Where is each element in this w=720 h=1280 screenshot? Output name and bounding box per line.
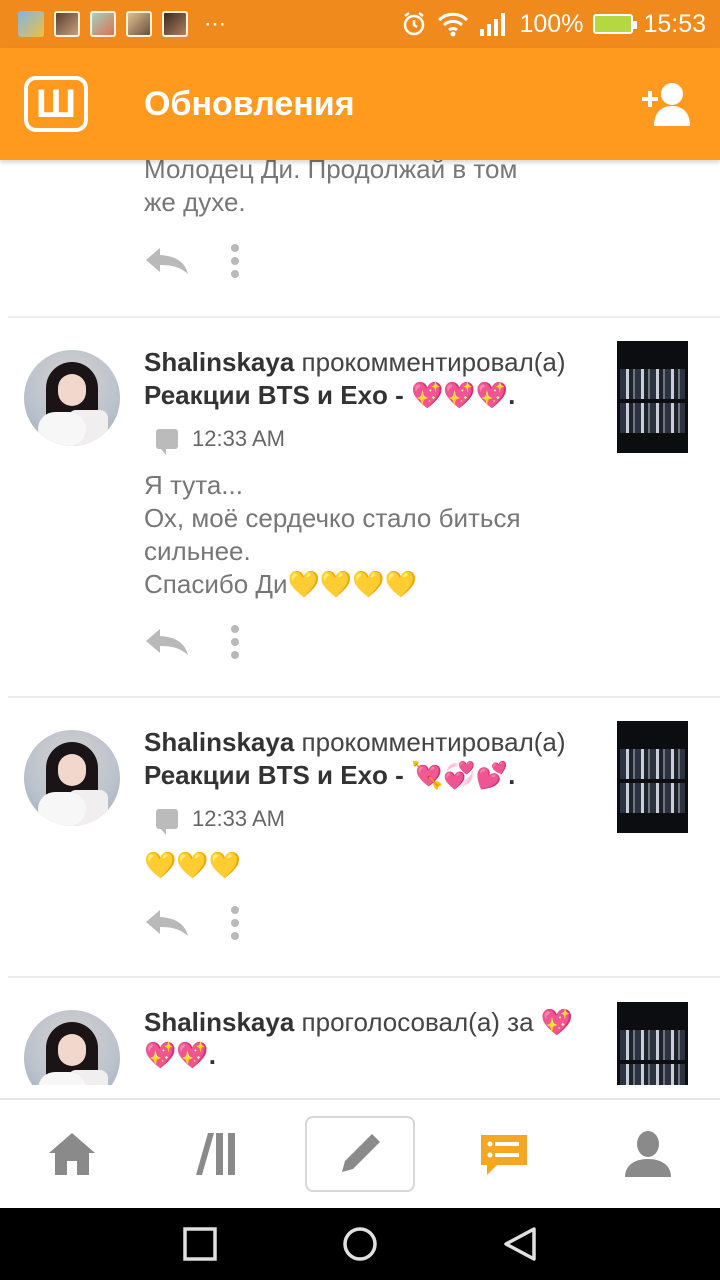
post-time: 12:33 AM (192, 426, 285, 451)
system-navigation-bar (0, 1208, 720, 1280)
status-bar: ⋯ 100% 15:53 (0, 0, 720, 48)
notification-app-icon (54, 11, 80, 37)
bottom-navigation (0, 1098, 720, 1208)
battery-icon (593, 14, 638, 34)
system-status: 100% 15:53 (401, 0, 706, 48)
post-headline: Shalinskaya прокомментировал(а) Реакции … (144, 726, 604, 792)
post-headline: Shalinskaya проголосовал(а) за 💖 💖💖. (144, 1006, 604, 1072)
notification-app-icon (90, 11, 116, 37)
username-link[interactable]: Shalinskaya (144, 727, 294, 757)
comment-icon (156, 808, 178, 835)
comment-text: Я тута... Ох, моё сердечко стало биться … (144, 469, 604, 601)
post-actions (144, 244, 240, 278)
username-link[interactable]: Shalinskaya (144, 1007, 294, 1037)
library-icon (196, 1133, 235, 1175)
comment-line: же духе. (144, 187, 246, 217)
story-link[interactable]: 💖💖. (144, 1039, 604, 1072)
comment-line: 💛💛💛 (144, 850, 242, 880)
comment-line: Ох, моё сердечко стало биться (144, 503, 521, 533)
home-icon (49, 1133, 95, 1175)
reply-icon[interactable] (144, 908, 190, 938)
nav-home[interactable] (17, 1116, 127, 1192)
post-divider (8, 696, 720, 698)
post-headline: Shalinskaya прокомментировал(а) Реакции … (144, 346, 604, 412)
wifi-icon (438, 12, 469, 37)
profile-icon (625, 1131, 671, 1177)
page-title: Обновления (144, 84, 355, 123)
action-verb: прокомментировал(а) (301, 727, 566, 757)
avatar[interactable] (24, 1010, 120, 1085)
partial-comment-text: Молодец Ди. Продолжай в том же духе. (144, 160, 604, 219)
action-verb: проголосовал(а) за 💖 (301, 1007, 574, 1037)
updates-feed[interactable]: Молодец Ди. Продолжай в том же духе. Sha… (0, 160, 720, 1085)
comment-text: 💛💛💛 (144, 849, 604, 882)
comment-line: сильнее. (144, 536, 251, 566)
post-content: Shalinskaya прокомментировал(а) Реакции … (144, 346, 604, 601)
more-notifications-icon: ⋯ (204, 11, 228, 36)
add-user-icon[interactable] (640, 80, 696, 128)
avatar[interactable] (24, 350, 120, 446)
nav-library[interactable] (161, 1116, 271, 1192)
app-bar: Ш Обновления (0, 48, 720, 160)
alarm-icon (404, 12, 425, 36)
post-actions (144, 906, 240, 940)
clock: 15:53 (643, 9, 706, 38)
action-verb: прокомментировал(а) (301, 347, 566, 377)
story-link[interactable]: Реакции BTS и Exo - 💘💞💕. (144, 760, 515, 790)
nav-messages[interactable] (449, 1116, 559, 1192)
more-options-icon[interactable] (230, 625, 240, 659)
notification-app-icon (126, 11, 152, 37)
messages-icon (481, 1135, 527, 1175)
app-logo[interactable]: Ш (24, 76, 88, 132)
reply-icon[interactable] (144, 627, 190, 657)
username-link[interactable]: Shalinskaya (144, 347, 294, 377)
post-time: 12:33 AM (192, 806, 285, 831)
compose-icon (342, 1134, 380, 1172)
battery-percent: 100% (519, 9, 584, 38)
notification-icons: ⋯ (0, 11, 228, 37)
story-cover-thumbnail[interactable] (617, 721, 688, 833)
post-divider (8, 316, 720, 318)
cleaner-app-icon (18, 11, 44, 37)
home-button-icon[interactable] (342, 1226, 378, 1262)
post-divider (8, 976, 720, 978)
story-cover-thumbnail[interactable] (617, 341, 688, 453)
post-actions (144, 625, 240, 659)
nav-compose[interactable] (305, 1116, 415, 1192)
more-options-icon[interactable] (230, 244, 240, 278)
avatar[interactable] (24, 730, 120, 826)
recent-apps-icon[interactable] (182, 1226, 218, 1262)
post-meta: 12:33 AM (156, 802, 604, 835)
nav-profile[interactable] (593, 1116, 703, 1192)
reply-icon[interactable] (144, 246, 190, 276)
post-content: Shalinskaya прокомментировал(а) Реакции … (144, 726, 604, 882)
back-icon[interactable] (502, 1226, 538, 1262)
post-meta: 12:33 AM (156, 422, 604, 455)
signal-icon (480, 13, 506, 36)
more-options-icon[interactable] (230, 906, 240, 940)
post-content: Shalinskaya проголосовал(а) за 💖 💖💖. (144, 1006, 604, 1072)
comment-line: Молодец Ди. Продолжай в том (144, 160, 518, 184)
story-link[interactable]: Реакции BTS и Exo - 💖💖💖. (144, 380, 515, 410)
comment-icon (156, 428, 178, 455)
comment-line: Спасибо Ди💛💛💛💛 (144, 569, 418, 599)
comment-line: Я тута... (144, 470, 243, 500)
story-cover-thumbnail[interactable] (617, 1002, 688, 1085)
notification-app-icon (162, 11, 188, 37)
